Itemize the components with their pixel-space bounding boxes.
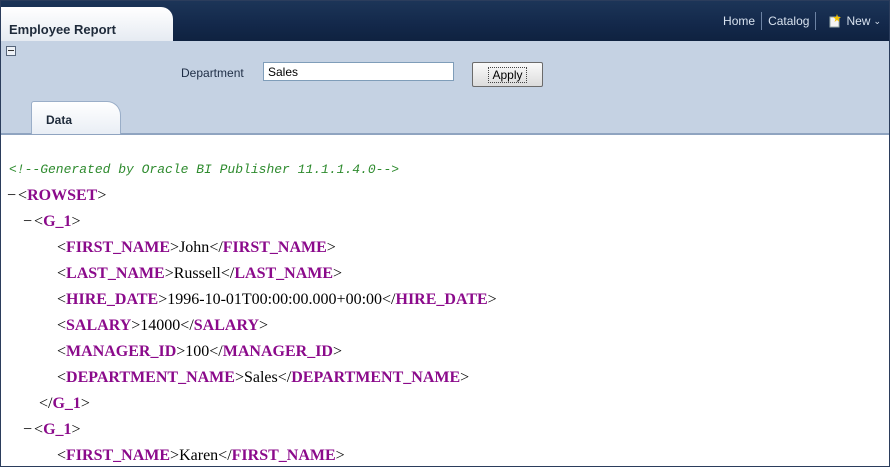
xml-field-line: <SALARY>14000</SALARY> bbox=[57, 317, 269, 334]
xml-tag: DEPARTMENT_NAME bbox=[291, 369, 461, 386]
xml-tag: HIRE_DATE bbox=[66, 291, 159, 308]
collapse-icon[interactable] bbox=[6, 46, 16, 56]
xml-tag: SALARY bbox=[193, 317, 259, 334]
new-document-icon bbox=[829, 14, 842, 28]
xml-tag: FIRST_NAME bbox=[66, 239, 171, 256]
xml-rowset-open: − <ROWSET> bbox=[7, 187, 106, 205]
tab-data[interactable]: Data bbox=[31, 101, 121, 134]
home-link[interactable]: Home bbox=[723, 14, 755, 28]
xml-field-line: <DEPARTMENT_NAME>Sales</DEPARTMENT_NAME> bbox=[57, 369, 470, 386]
xml-group-close: </G_1> bbox=[39, 395, 90, 412]
xml-value: Russell bbox=[173, 265, 221, 282]
xml-bracket: < bbox=[34, 213, 44, 230]
xml-viewer: <!--Generated by Oracle BI Publisher 11.… bbox=[1, 135, 889, 466]
xml-value: 14000 bbox=[140, 317, 181, 334]
report-window: Employee Report Home Catalog New ⌄ Depar… bbox=[0, 0, 890, 467]
nav-divider bbox=[815, 12, 817, 30]
chevron-down-icon: ⌄ bbox=[873, 15, 881, 26]
new-menu-label: New bbox=[846, 14, 871, 28]
xml-tag: DEPARTMENT_NAME bbox=[66, 369, 235, 386]
xml-field-line: <FIRST_NAME>Karen</FIRST_NAME> bbox=[57, 447, 345, 464]
new-menu-button[interactable]: New ⌄ bbox=[828, 14, 881, 28]
collapse-group-toggle[interactable]: − bbox=[23, 421, 32, 438]
global-nav: Home Catalog New ⌄ bbox=[723, 11, 881, 31]
xml-group-open: − <G_1> bbox=[23, 213, 81, 231]
collapse-group-toggle[interactable]: − bbox=[23, 213, 32, 230]
apply-button-label: Apply bbox=[488, 66, 527, 83]
header-bar: Employee Report Home Catalog New ⌄ bbox=[1, 1, 889, 41]
xml-tag: FIRST_NAME bbox=[231, 447, 336, 464]
xml-field-line: <HIRE_DATE>1996-10-01T00:00:00.000+00:00… bbox=[57, 291, 497, 308]
xml-value: Karen bbox=[179, 447, 219, 464]
xml-bracket: < bbox=[18, 187, 28, 204]
xml-field-line: <MANAGER_ID>100</MANAGER_ID> bbox=[57, 343, 342, 360]
xml-tag: HIRE_DATE bbox=[395, 291, 488, 308]
catalog-link[interactable]: Catalog bbox=[768, 14, 809, 28]
report-title-tab[interactable]: Employee Report bbox=[1, 7, 173, 41]
tab-data-label: Data bbox=[46, 113, 73, 127]
collapse-rowset-toggle[interactable]: − bbox=[7, 187, 16, 204]
xml-bracket: > bbox=[97, 187, 107, 204]
apply-button[interactable]: Apply bbox=[472, 62, 543, 87]
report-title: Employee Report bbox=[9, 22, 116, 37]
xml-field-line: <FIRST_NAME>John</FIRST_NAME> bbox=[57, 239, 336, 256]
xml-tag: LAST_NAME bbox=[66, 265, 165, 282]
xml-tag: MANAGER_ID bbox=[222, 343, 333, 360]
nav-divider bbox=[761, 12, 763, 30]
xml-tag: ROWSET bbox=[27, 187, 98, 204]
xml-value: 100 bbox=[185, 343, 210, 360]
xml-tag: G_1 bbox=[52, 395, 81, 412]
xml-tag: G_1 bbox=[43, 421, 72, 438]
xml-value: John bbox=[179, 239, 210, 256]
xml-tag: FIRST_NAME bbox=[222, 239, 327, 256]
xml-value: 1996-10-01T00:00:00.000+00:00 bbox=[167, 291, 383, 308]
xml-tag: SALARY bbox=[66, 317, 132, 334]
xml-field-line: <LAST_NAME>Russell</LAST_NAME> bbox=[57, 265, 343, 282]
xml-tag: FIRST_NAME bbox=[66, 447, 171, 464]
department-input[interactable] bbox=[263, 62, 454, 81]
xml-comment: <!--Generated by Oracle BI Publisher 11.… bbox=[9, 162, 400, 177]
xml-tag: LAST_NAME bbox=[234, 265, 334, 282]
xml-value: Sales bbox=[243, 369, 278, 386]
xml-tag: MANAGER_ID bbox=[66, 343, 177, 360]
xml-tag: G_1 bbox=[43, 213, 72, 230]
view-tabs: Data bbox=[1, 99, 889, 135]
parameter-panel: Department Apply bbox=[1, 41, 889, 99]
xml-group-open: − <G_1> bbox=[23, 421, 81, 438]
department-label: Department bbox=[181, 66, 244, 80]
xml-bracket: > bbox=[71, 213, 81, 230]
